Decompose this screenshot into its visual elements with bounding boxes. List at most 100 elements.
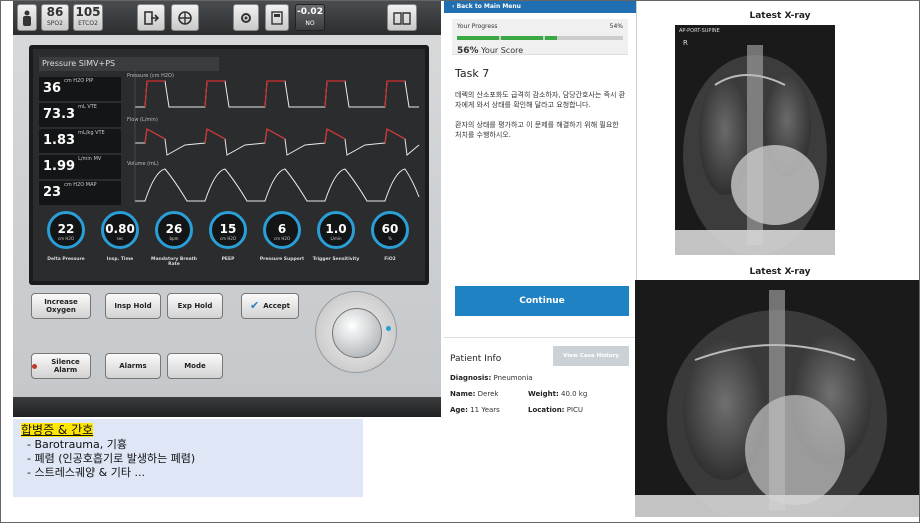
spo2-readout: 86 SPO2 bbox=[41, 4, 69, 31]
score-value: 56% bbox=[457, 46, 479, 56]
ventilation-mode: Pressure SIMV+PS bbox=[39, 57, 219, 71]
delta-pressure-label: Delta Pressure bbox=[47, 257, 85, 262]
readout-map-unit: cm H2O MAP bbox=[64, 182, 97, 188]
xray-title-2: Latest X-ray bbox=[749, 267, 811, 277]
dial-delta-pressure[interactable]: 22 cm H2O bbox=[47, 211, 85, 249]
mode-button[interactable]: Mode bbox=[167, 353, 223, 379]
ventilator-base bbox=[13, 397, 441, 417]
readout-vte-kg-unit: mL/kg VTE bbox=[78, 130, 105, 136]
exp-hold-button[interactable]: Exp Hold bbox=[167, 293, 223, 319]
readout-mv-value: 1.99 bbox=[43, 159, 76, 174]
ventilator-screen-bezel: Pressure SIMV+PS 36 cm H2O PIP 73.3 mL VTE… bbox=[29, 45, 429, 285]
accept-check-icon: ✔ bbox=[249, 299, 260, 312]
breath-rate-label: Mandatory Breath Rate bbox=[150, 257, 198, 267]
suction-icon[interactable] bbox=[171, 4, 199, 31]
dial-fio2[interactable]: 60% bbox=[371, 211, 409, 249]
chest-xray-graphic bbox=[675, 25, 835, 255]
notes-title: 합병증 & 간호 bbox=[21, 423, 94, 437]
dial-trigger-sensitivity[interactable]: 1.0 L/min bbox=[317, 211, 355, 249]
diagnosis-value: Pneumonia bbox=[493, 374, 533, 382]
weight-value: 40.0 kg bbox=[561, 390, 588, 398]
pressure-support-label: Pressure Support bbox=[259, 257, 305, 262]
list-item: - 폐렴 (인공호흡기로 발생하는 폐렴) bbox=[27, 452, 196, 465]
calculator-icon[interactable] bbox=[265, 4, 289, 31]
insp-hold-button[interactable]: Insp Hold bbox=[105, 293, 161, 319]
breath-rate-value: 26 bbox=[165, 222, 183, 236]
settings-gear-icon[interactable] bbox=[233, 4, 259, 31]
volume-wave-label: Volume (mL) bbox=[127, 161, 159, 167]
trigger-sensitivity-value: 1.0 bbox=[325, 222, 347, 236]
fio2-unit: % bbox=[388, 236, 392, 241]
accept-button[interactable]: ✔ Accept bbox=[241, 293, 299, 319]
dial-breath-rate[interactable]: 26 bpm bbox=[155, 211, 193, 249]
increase-oxygen-button[interactable]: Increase Oxygen bbox=[31, 293, 91, 319]
insp-time-label: Insp. Time bbox=[106, 257, 134, 262]
flow-wave-label: Flow (L/min) bbox=[127, 117, 158, 123]
progress-bar bbox=[457, 36, 623, 40]
back-label: Back to Main Menu bbox=[456, 3, 521, 10]
delta-pressure-unit: cm H2O bbox=[57, 236, 75, 241]
progress-label: Your Progress bbox=[457, 23, 498, 30]
pressure-support-unit: cm H2O bbox=[273, 236, 291, 241]
continue-button[interactable]: Continue bbox=[455, 286, 629, 316]
alarm-led-icon bbox=[32, 363, 37, 369]
task-title: Task 7 bbox=[455, 67, 490, 80]
xray-view-label: AP-PORT-SUPINE bbox=[679, 28, 720, 34]
patient-icon[interactable] bbox=[17, 4, 37, 31]
progress-section: Your Progress 54% 56% Your Score bbox=[452, 19, 628, 56]
readout-pip: 36 cm H2O PIP bbox=[39, 77, 121, 101]
fio2-label: FiO2 bbox=[384, 257, 396, 262]
view-case-history-button[interactable]: View Case History bbox=[553, 346, 629, 366]
notes-list: - Barotrauma, 기흉 - 폐렴 (인공호흡기로 발생하는 폐렴) -… bbox=[21, 438, 355, 480]
silence-alarm-label: Silence Alarm bbox=[51, 358, 80, 374]
insp-time-unit: sec bbox=[116, 236, 124, 241]
alarms-button[interactable]: Alarms bbox=[105, 353, 161, 379]
pressure-wave-label: Pressure (cm H2O) bbox=[127, 73, 174, 79]
name-value: Derek bbox=[477, 390, 499, 398]
readout-vte-value: 73.3 bbox=[43, 107, 76, 122]
no-readout: -0.02 NO bbox=[295, 4, 325, 31]
trigger-sensitivity-label: Trigger Sensitivity bbox=[312, 257, 360, 262]
patient-location: Location: PICU bbox=[528, 406, 583, 414]
xray-title-1: Latest X-ray bbox=[749, 11, 811, 21]
location-value: PICU bbox=[566, 406, 584, 414]
xray-image-1: AP-PORT-SUPINE R bbox=[675, 25, 835, 255]
control-knob[interactable] bbox=[332, 308, 382, 358]
no-label: NO bbox=[305, 19, 315, 27]
list-item: - 스트레스궤양 & 기타 ... bbox=[27, 466, 145, 479]
progress-segment bbox=[501, 36, 543, 40]
readout-vte: 73.3 mL VTE bbox=[39, 103, 121, 127]
book-icon[interactable] bbox=[387, 4, 417, 31]
progress-percent: 54% bbox=[609, 23, 623, 30]
dial-pressure-support[interactable]: 6 cm H2O bbox=[263, 211, 301, 249]
task-instruction: 환자의 상태를 평가하고 이 문제를 해결하기 위해 필요한 처치를 수행하시오… bbox=[455, 121, 619, 139]
notes-box: 합병증 & 간호 - Barotrauma, 기흉 - 폐렴 (인공호흡기로 발… bbox=[13, 419, 363, 497]
silence-alarm-button[interactable]: Silence Alarm bbox=[31, 353, 91, 379]
patient-info-title: Patient Info bbox=[450, 354, 502, 364]
spo2-value: 86 bbox=[46, 4, 64, 19]
dial-peep[interactable]: 15 cm H2O bbox=[209, 211, 247, 249]
etco2-readout: 105 ETCO2 bbox=[73, 4, 103, 31]
dial-insp-time[interactable]: 0.80 sec bbox=[101, 211, 139, 249]
xray-image-2 bbox=[635, 280, 919, 517]
xray-side-marker: R bbox=[683, 39, 688, 47]
back-to-main-menu-link[interactable]: ‹ Back to Main Menu bbox=[444, 1, 636, 13]
delta-pressure-value: 22 bbox=[57, 222, 75, 236]
weight-label: Weight: bbox=[528, 390, 559, 398]
diagnosis: Diagnosis: Pneumonia bbox=[450, 374, 533, 382]
waveform-display: Pressure (cm H2O) Flow (L/min) Volume (m… bbox=[127, 71, 420, 203]
etco2-label: ETCO2 bbox=[78, 19, 98, 27]
readout-pip-unit: cm H2O PIP bbox=[64, 78, 94, 84]
screenshot-root: 86 SPO2 105 ETCO2 -0.02 NO Pressure SIMV… bbox=[0, 0, 920, 523]
readout-pip-value: 36 bbox=[43, 81, 62, 96]
diagnosis-label: Diagnosis: bbox=[450, 374, 492, 382]
fio2-value: 60 bbox=[381, 222, 399, 236]
ventilator-panel: 86 SPO2 105 ETCO2 -0.02 NO Pressure SIMV… bbox=[13, 1, 441, 417]
readout-map-value: 23 bbox=[43, 185, 62, 200]
exit-icon[interactable] bbox=[137, 4, 165, 31]
progress-segment bbox=[457, 36, 499, 40]
flow-waveform-insp bbox=[144, 128, 406, 144]
ventilator-screen: Pressure SIMV+PS 36 cm H2O PIP 73.3 mL VTE… bbox=[33, 49, 425, 281]
score: 56% Your Score bbox=[457, 46, 623, 56]
peep-value: 15 bbox=[219, 222, 237, 236]
